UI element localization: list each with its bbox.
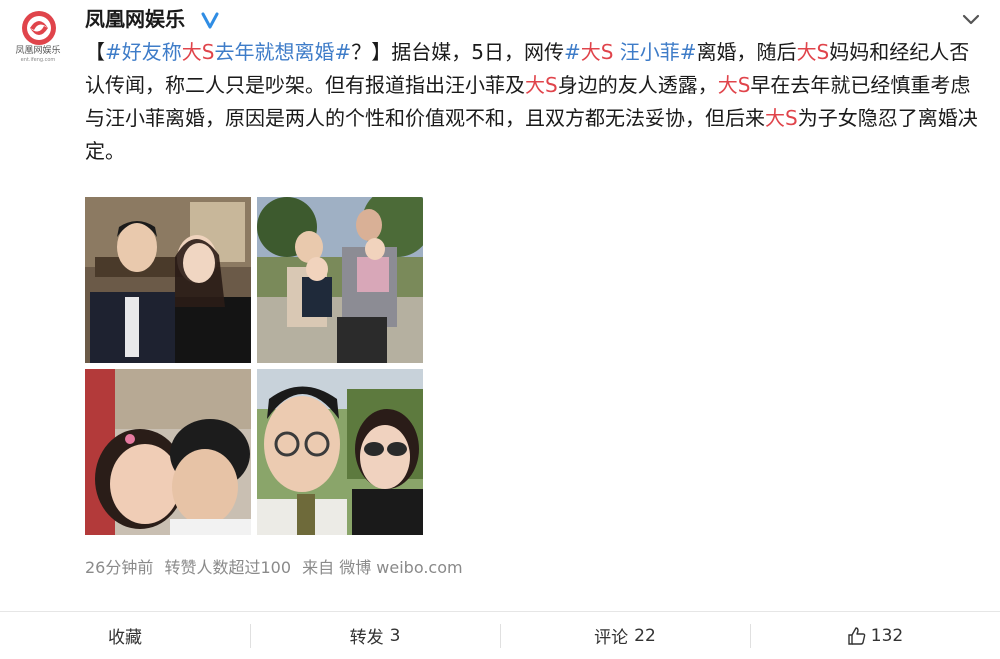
thumbs-up-icon [848, 626, 866, 645]
hashtag-link[interactable]: 汪小菲# [613, 40, 697, 64]
avatar-caption: 凤凰网娱乐 [15, 46, 61, 56]
favorite-label: 收藏 [108, 628, 142, 648]
hashtag-link[interactable]: 去年就想离婚# [214, 40, 351, 64]
highlight-text: 大S [765, 106, 798, 130]
hashtag-link[interactable]: #好友 [105, 40, 162, 64]
repost-note: 转赞人数超过100 [164, 558, 292, 577]
like-count: 132 [870, 625, 904, 646]
comment-count: 22 [634, 625, 656, 646]
comment-label: 评论 [594, 628, 629, 648]
post-source[interactable]: 来自 微博 weibo.com [302, 558, 462, 577]
photo-family-outdoor[interactable] [257, 197, 423, 363]
highlight-text: 大S [580, 40, 614, 64]
post-text: 【#好友称大S去年就想离婚#？】据台媒，5日，网传#大S 汪小菲#离婚，随后大S… [85, 36, 980, 168]
action-bar: 收藏 转发 3 评论 22 132 [0, 612, 1000, 659]
repost-button[interactable]: 转发 3 [250, 612, 500, 659]
chevron-down-icon[interactable] [960, 10, 982, 30]
favorite-button[interactable]: 收藏 [0, 612, 250, 659]
hashtag-link[interactable]: # [564, 40, 581, 64]
post-meta: 26分钟前 转赞人数超过100 来自 微博 weibo.com [85, 557, 469, 579]
photo-kiss-selfie[interactable] [85, 369, 251, 535]
hashtag-link[interactable]: 称 [162, 40, 182, 64]
avatar-subcaption: ent.ifeng.com [20, 57, 56, 63]
repost-count: 3 [389, 625, 401, 646]
comment-button[interactable]: 评论 22 [500, 612, 750, 659]
highlight-text: 大S [717, 73, 751, 97]
user-name[interactable]: 凤凰网娱乐 [85, 7, 185, 31]
repost-label: 转发 [349, 628, 384, 648]
post-text-segment: ？】据台媒，5日，网传 [351, 40, 564, 64]
highlight-text: 大S [181, 40, 215, 64]
post-text-segment: 【 [85, 40, 105, 64]
post-text-segment: 离婚，随后 [696, 40, 797, 64]
highlight-text: 大S [525, 73, 558, 97]
verified-badge-icon [201, 12, 219, 29]
post-time: 26分钟前 [85, 558, 154, 577]
like-button[interactable]: 132 [750, 612, 1000, 659]
post-text-segment: 身边的友人透露， [557, 73, 718, 97]
photo-couple-formal[interactable] [85, 197, 251, 363]
weibo-post: 凤凰网娱乐 ent.ifeng.com 凤凰网娱乐 【#好友称大S去年就想离婚#… [0, 0, 1000, 659]
photo-sunglasses-selfie[interactable] [257, 369, 423, 535]
highlight-text: 大S [796, 40, 830, 64]
